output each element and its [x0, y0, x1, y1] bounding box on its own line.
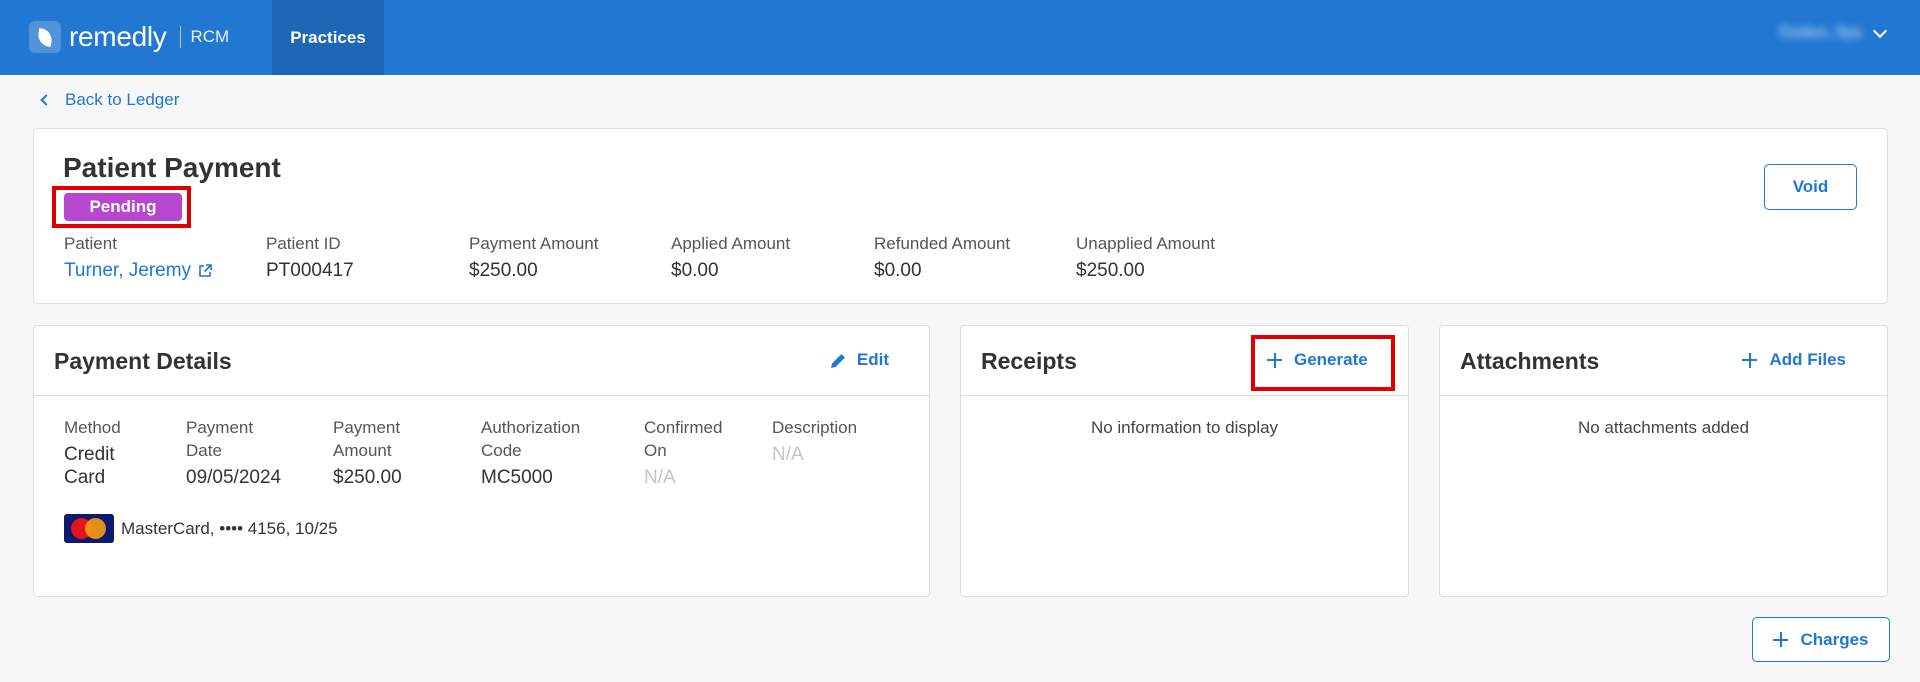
chevron-left-icon	[40, 94, 52, 106]
generate-highlight-box	[1251, 335, 1395, 391]
detail-description: Description N/A	[772, 416, 857, 466]
panel-header: Payment Details Edit	[34, 326, 929, 396]
attachments-panel: Attachments Add Files No attachments add…	[1439, 325, 1888, 597]
detail-label: Authorization	[481, 418, 581, 437]
nav-tab-practices[interactable]: Practices	[272, 0, 384, 75]
charges-button[interactable]: Charges	[1752, 617, 1890, 662]
detail-label: Amount	[333, 441, 392, 460]
field-label: Refunded Amount	[874, 234, 1011, 253]
user-name: Godun, Ilya	[1779, 24, 1861, 41]
detail-label: Description	[772, 418, 858, 437]
panel-header: Attachments Add Files	[1440, 326, 1887, 396]
field-patient-id: Patient ID PT000417	[266, 234, 354, 282]
card-info-text: MasterCard, •••• 4156, 10/25	[121, 518, 338, 538]
top-navigation-bar: remedly RCM Practices Godun, Ilya	[0, 0, 1920, 75]
payment-summary-card: Patient Payment Pending Void Patient Tur…	[33, 128, 1888, 304]
detail-value: Card	[64, 467, 106, 488]
field-value: $250.00	[469, 260, 538, 281]
pencil-icon	[830, 353, 845, 368]
detail-label: Payment	[333, 418, 401, 437]
field-applied-amount: Applied Amount $0.00	[671, 234, 790, 282]
field-value: $250.00	[1076, 260, 1145, 281]
field-unapplied-amount: Unapplied Amount $250.00	[1076, 234, 1215, 282]
status-highlight-box	[52, 186, 191, 228]
detail-value: 09/05/2024	[186, 467, 282, 488]
field-value: PT000417	[266, 260, 354, 281]
field-label: Applied Amount	[671, 234, 791, 253]
payment-details-panel: Payment Details Edit Method Credit Card …	[33, 325, 930, 597]
detail-label: Method	[64, 418, 121, 437]
user-menu[interactable]: Godun, Ilya	[1779, 23, 1888, 42]
receipts-empty-message: No information to display	[1090, 418, 1279, 437]
patient-name: Turner, Jeremy	[64, 260, 192, 281]
logo-text: remedly	[69, 21, 167, 52]
page-title: Patient Payment	[63, 152, 281, 183]
panel-header: Receipts Generate	[961, 326, 1408, 396]
chevron-down-icon	[1872, 23, 1888, 38]
edit-button[interactable]: Edit	[830, 350, 889, 370]
void-button[interactable]: Void	[1764, 164, 1857, 210]
detail-label: On	[644, 441, 667, 460]
plus-icon	[1742, 352, 1758, 368]
add-files-label: Add Files	[1769, 350, 1846, 369]
edit-label: Edit	[856, 350, 889, 369]
patient-link[interactable]: Turner, Jeremy	[64, 260, 212, 282]
detail-label: Confirmed	[644, 418, 723, 437]
field-label: Patient	[64, 234, 117, 253]
detail-confirmed-on: Confirmed On N/A	[644, 416, 722, 489]
add-files-button[interactable]: Add Files	[1742, 350, 1846, 370]
detail-label: Code	[481, 441, 522, 460]
detail-label: Date	[186, 441, 222, 460]
field-label: Patient ID	[266, 234, 341, 253]
logo-divider	[179, 26, 181, 48]
detail-authorization-code: Authorization Code MC5000	[481, 416, 580, 489]
detail-value: N/A	[644, 467, 676, 488]
card-info: MasterCard, •••• 4156, 10/25	[64, 514, 338, 543]
field-payment-amount: Payment Amount $250.00	[469, 234, 598, 282]
field-label: Unapplied Amount	[1076, 234, 1215, 253]
panel-title: Payment Details	[54, 348, 232, 374]
receipts-panel: Receipts Generate No information to disp…	[960, 325, 1409, 597]
detail-method: Method Credit Card	[64, 416, 121, 489]
back-to-ledger-link[interactable]: Back to Ledger	[38, 90, 179, 110]
detail-label: Payment	[186, 418, 254, 437]
external-link-icon	[199, 264, 212, 277]
detail-value: MC5000	[481, 467, 553, 488]
charges-label: Charges	[1800, 629, 1869, 649]
panel-title: Attachments	[1460, 348, 1600, 374]
field-value: $0.00	[671, 260, 719, 281]
mastercard-logo-icon	[64, 514, 114, 543]
detail-value: N/A	[772, 444, 804, 465]
plus-icon	[1773, 632, 1789, 647]
attachments-empty-message: No attachments added	[1577, 418, 1750, 437]
leaf-logo-icon	[29, 21, 61, 53]
panel-title: Receipts	[981, 348, 1077, 374]
field-refunded-amount: Refunded Amount $0.00	[874, 234, 1010, 282]
detail-value: $250.00	[333, 467, 402, 488]
field-label: Payment Amount	[469, 234, 599, 253]
detail-payment-date: Payment Date 09/05/2024	[186, 416, 281, 489]
back-link-label: Back to Ledger	[65, 90, 180, 109]
detail-value: Credit	[64, 444, 115, 465]
detail-payment-amount: Payment Amount $250.00	[333, 416, 402, 489]
field-value: $0.00	[874, 260, 922, 281]
field-patient: Patient Turner, Jeremy	[64, 234, 212, 282]
remedly-logo[interactable]: remedly RCM	[29, 20, 229, 54]
logo-subtitle: RCM	[190, 27, 230, 46]
